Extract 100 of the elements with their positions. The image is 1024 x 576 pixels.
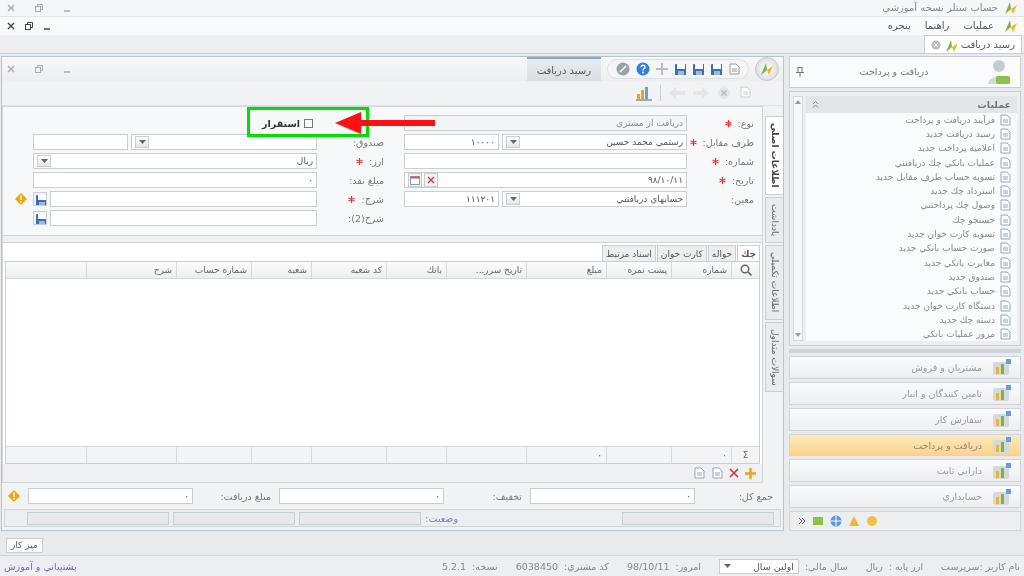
chart-icon[interactable]: [636, 85, 652, 102]
save-icon[interactable]: [674, 63, 686, 76]
menu-item[interactable]: راهنما: [920, 20, 954, 32]
task-link[interactable]: اعلاميه پرداخت جديد: [917, 143, 995, 154]
shortcut-icon[interactable]: [866, 515, 878, 528]
task-link[interactable]: عمليات بانكي چك دريافتني: [894, 157, 995, 168]
year-dropdown[interactable]: اولين سال: [718, 558, 799, 574]
menu-item[interactable]: پنجره: [883, 20, 915, 32]
column-header[interactable]: كد شعبه: [311, 262, 386, 279]
task-link[interactable]: تسويه حساب طرف مقابل جديد: [875, 171, 995, 182]
task-link[interactable]: جستجو چك: [952, 214, 995, 225]
amount-field[interactable]: ٠: [28, 488, 193, 505]
task-link[interactable]: فرآيند دريافت و پرداخت: [905, 114, 995, 125]
desktop-button[interactable]: ميز كار: [6, 537, 43, 553]
task-link[interactable]: مرور عمليات بانكي: [923, 329, 995, 340]
crosshair-icon[interactable]: [656, 63, 668, 76]
scrollbar[interactable]: [793, 95, 803, 342]
column-header[interactable]: بانك: [386, 262, 446, 279]
side-tab[interactable]: اطلاعات اصلي: [765, 116, 783, 196]
detail-tab[interactable]: اسناد مرتبط: [601, 245, 656, 262]
task-link[interactable]: دستگاه كارت خوان جديد: [903, 300, 995, 311]
globe-icon[interactable]: [830, 515, 842, 528]
caret-icon: [138, 140, 146, 145]
dropdown-button[interactable]: [506, 136, 520, 149]
app-menu-button[interactable]: [755, 57, 779, 82]
document-icon[interactable]: [711, 467, 723, 480]
caret-icon: [723, 564, 731, 569]
pencil-icon[interactable]: [616, 62, 630, 77]
combo-box[interactable]: ريال: [33, 153, 317, 170]
description-field[interactable]: [50, 191, 317, 208]
close-icon[interactable]: [6, 20, 16, 31]
document-icon: [999, 313, 1011, 326]
side-tab[interactable]: اطلاعات تكميلي: [765, 245, 783, 320]
detail-tab[interactable]: چك: [737, 245, 760, 262]
save-icon[interactable]: [710, 63, 722, 76]
pin-icon[interactable]: [796, 66, 804, 77]
collapse-icon[interactable]: [812, 100, 819, 108]
code-field[interactable]: ۱۰۰۰۰: [404, 134, 499, 151]
shortcut-icon[interactable]: [812, 515, 824, 528]
status-label: سال مالي:: [804, 560, 848, 572]
document-icon: [999, 113, 1011, 126]
side-tab[interactable]: يادداشت: [765, 197, 783, 244]
task-link[interactable]: دسته چك جديد: [939, 314, 995, 325]
code-field[interactable]: ۱۱۱۲۰۱: [404, 191, 499, 208]
shortcut-icon[interactable]: [848, 515, 860, 528]
checkbox[interactable]: [304, 118, 313, 128]
column-header[interactable]: شعبه: [251, 262, 311, 279]
delete-icon[interactable]: [729, 468, 739, 479]
save-icon[interactable]: [692, 63, 704, 76]
window-title-tab[interactable]: رسيد دريافت: [526, 57, 601, 82]
detail-tab[interactable]: حواله: [707, 245, 737, 262]
search-icon[interactable]: [739, 264, 752, 277]
task-link[interactable]: صورت حساب بانكي جديد: [898, 243, 995, 254]
task-link[interactable]: مغايرت بانكي جديد: [923, 257, 995, 268]
save-button[interactable]: [33, 211, 47, 226]
task-link[interactable]: استرداد چك جديد: [930, 186, 995, 197]
add-icon[interactable]: [745, 467, 756, 479]
side-tab[interactable]: سوالات متداول: [765, 321, 783, 393]
date-field[interactable]: ۹۸/۱۰/۱۱: [404, 172, 687, 189]
task-link[interactable]: رسيد دريافت جديد: [925, 128, 995, 139]
column-header[interactable]: مبلغ: [526, 262, 606, 279]
task-link[interactable]: تسويه كارت خوان جديد: [907, 229, 995, 240]
dropdown-button[interactable]: [37, 155, 51, 168]
dropdown-button[interactable]: [506, 193, 520, 206]
restore-icon[interactable]: [24, 20, 34, 31]
task-link[interactable]: صندوق جديد: [948, 271, 995, 282]
expand-icon[interactable]: [798, 516, 806, 526]
combo-box[interactable]: حسابهاي دريافتني: [502, 191, 687, 208]
help-icon[interactable]: [636, 62, 650, 77]
description-field[interactable]: [50, 210, 317, 227]
column-header[interactable]: شماره: [671, 262, 731, 279]
document-icon: [999, 270, 1011, 283]
column-header[interactable]: تاريخ سرر...: [446, 262, 526, 279]
save-button[interactable]: [33, 192, 47, 207]
scroll-down-icon[interactable]: [795, 333, 801, 338]
text-field[interactable]: [404, 153, 687, 170]
support-link[interactable]: پشتيباني و آموزش: [4, 560, 77, 572]
task-link[interactable]: حساب بانكي جديد: [926, 286, 995, 297]
document-tab[interactable]: رسيد دريافت: [923, 35, 1022, 54]
logo-icon: [1004, 0, 1018, 15]
scroll-up-icon[interactable]: [795, 99, 801, 104]
detail-tab[interactable]: كارت خوان: [656, 245, 707, 262]
column-header[interactable]: پشت نمره: [606, 262, 671, 279]
column-header[interactable]: شرح: [86, 262, 176, 279]
cancel-icon[interactable]: [717, 86, 731, 101]
document-icon[interactable]: [739, 86, 753, 101]
code-field[interactable]: [33, 134, 128, 151]
task-link[interactable]: وصول چك پرداختني: [920, 200, 995, 211]
clear-button[interactable]: [424, 173, 438, 188]
dropdown-button[interactable]: [135, 136, 149, 149]
menu-item[interactable]: عمليات: [959, 20, 998, 32]
document-icon[interactable]: [693, 467, 705, 480]
column-header[interactable]: شماره حساب: [176, 262, 251, 279]
amount-field[interactable]: ٠: [33, 172, 317, 189]
combo-box[interactable]: رستمي محمد حسين: [502, 134, 687, 151]
amount-field[interactable]: ٠: [279, 488, 444, 505]
calendar-button[interactable]: [408, 173, 422, 188]
splitter[interactable]: [3, 235, 762, 244]
new-file-icon[interactable]: [728, 63, 740, 76]
amount-field[interactable]: ٠: [530, 488, 695, 505]
